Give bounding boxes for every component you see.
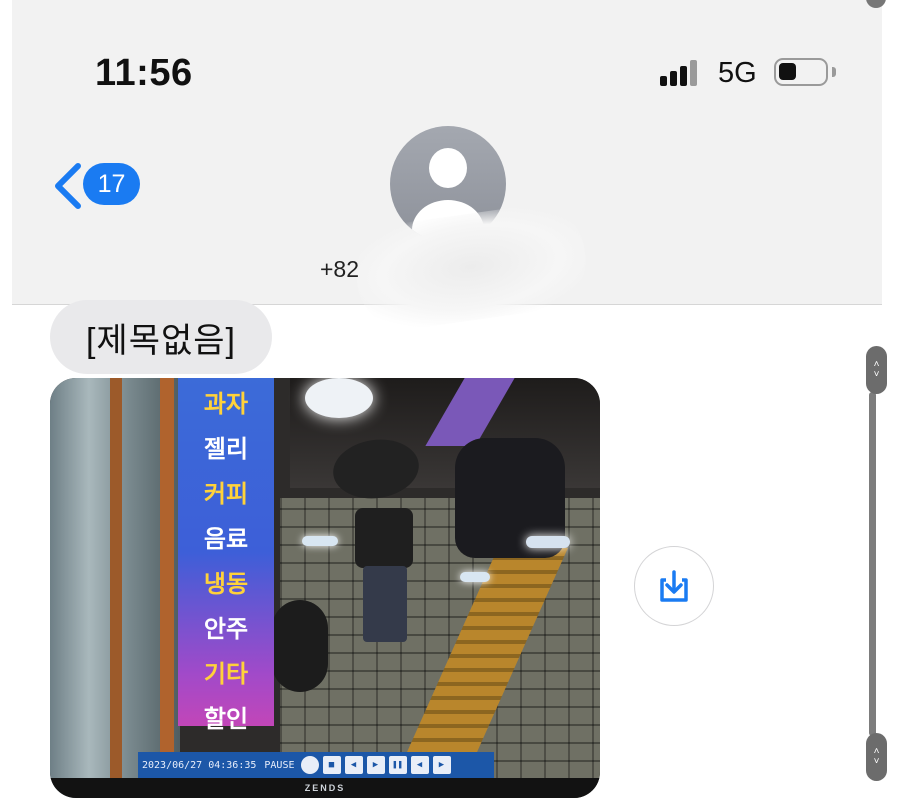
store-sign: 과자 젤리 커피 음료 냉동 안주 기타 할인: [178, 378, 274, 733]
status-time: 11:56: [95, 52, 193, 94]
play-icon: ▶: [366, 756, 385, 774]
cctv-status: PAUSE: [264, 759, 295, 771]
rewind-icon: ◀: [344, 756, 363, 774]
sign-word: 안주: [203, 616, 249, 643]
scrollbar-handle[interactable]: ˄ ˅: [866, 733, 887, 781]
message-subject: [제목없음]: [50, 300, 272, 374]
network-type: 5G: [718, 57, 757, 89]
cctv-control-bar: 2023/06/27 04:36:35 PAUSE ■ ◀ ▶ ❚❚ ◀ ▶: [138, 752, 494, 778]
unread-count-badge[interactable]: 17: [83, 163, 140, 205]
sign-word: 과자: [203, 391, 249, 418]
battery-tip: [832, 67, 836, 77]
scene-person-legs: [363, 566, 407, 642]
signal-icon: [660, 60, 708, 86]
download-icon: [660, 570, 688, 602]
scene-lamp: [305, 378, 373, 418]
step-forward-icon: ▶: [432, 756, 451, 774]
scene-door-frame: [110, 378, 122, 798]
image-attachment[interactable]: 과자 젤리 커피 음료 냉동 안주 기타 할인 2023/06/27 04:36…: [50, 378, 600, 798]
scrollbar-track[interactable]: [869, 392, 876, 736]
scene-person: [355, 508, 413, 568]
cctv-timestamp: 2023/06/27 04:36:35: [142, 759, 257, 771]
chevron-down-icon: ˅: [873, 369, 880, 380]
scene-light: [302, 536, 338, 546]
download-button[interactable]: [634, 546, 714, 626]
battery-icon: [774, 58, 828, 86]
sign-word: 할인: [203, 706, 249, 733]
sign-word: 음료: [203, 526, 249, 553]
sign-word: 냉동: [203, 571, 249, 598]
person-icon: [429, 148, 467, 188]
sign-word: 젤리: [203, 436, 249, 463]
conversation-header: 11:56 5G 17 +82: [12, 0, 882, 336]
scene-shadow: [272, 600, 328, 692]
chevron-left-icon: [55, 163, 81, 209]
cctv-brand: ZENDS: [50, 778, 600, 798]
stop-icon: ■: [322, 756, 341, 774]
scrollbar-handle[interactable]: ˄ ˅: [866, 346, 887, 394]
search-icon: [300, 756, 319, 774]
step-back-icon: ◀: [410, 756, 429, 774]
scene-light: [460, 572, 490, 582]
pause-icon: ❚❚: [388, 756, 407, 774]
back-button[interactable]: [48, 160, 88, 212]
chevron-down-icon: ˅: [873, 756, 880, 767]
scene-door-frame: [160, 378, 174, 798]
scene-light: [526, 536, 570, 548]
redacted-blur: [349, 198, 593, 336]
sign-word: 기타: [203, 661, 249, 688]
contact-number[interactable]: +82: [320, 256, 359, 283]
sign-word: 커피: [203, 481, 249, 508]
